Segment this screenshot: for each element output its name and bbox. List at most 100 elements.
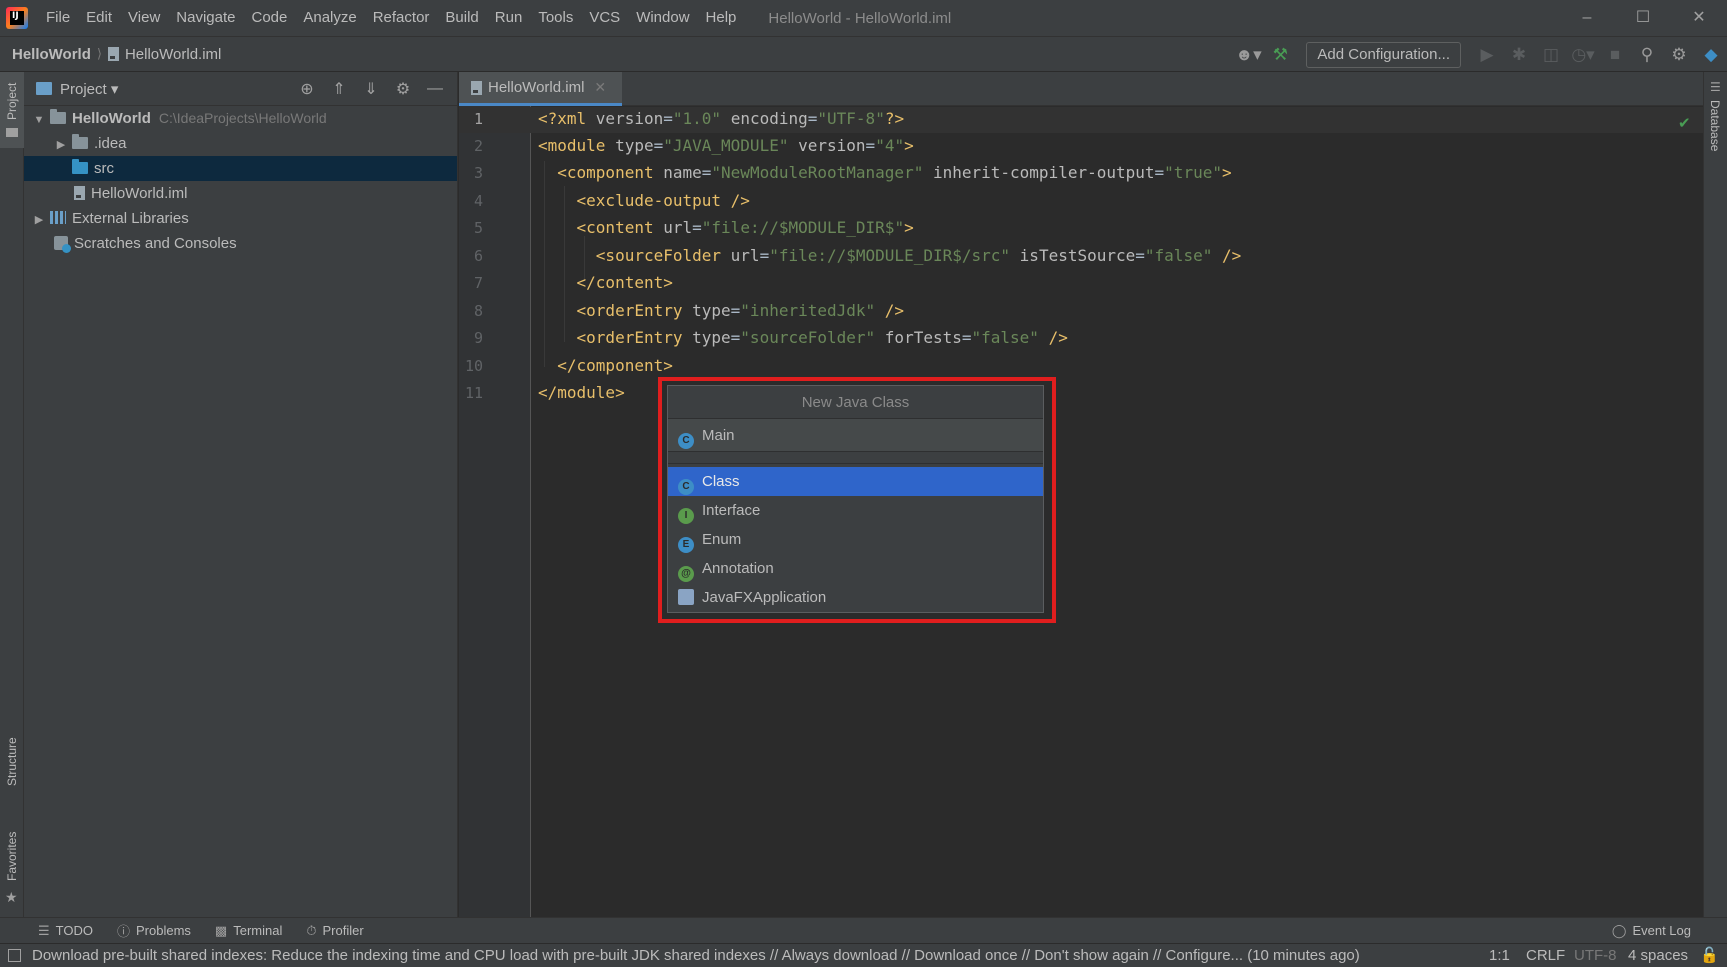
debug-icon[interactable]: ✱ [1503, 37, 1535, 73]
kind-option-class[interactable]: C Class [668, 467, 1043, 496]
tree-item-label: HelloWorld [72, 110, 151, 127]
lock-icon[interactable]: 🔓 [1700, 944, 1719, 967]
popup-divider [668, 453, 1043, 464]
add-configuration-button[interactable]: Add Configuration... [1306, 42, 1461, 68]
annotation-icon: @ [678, 566, 694, 582]
profiler-tool-button[interactable]: ⏱ Profiler [306, 923, 363, 939]
menu-build[interactable]: Build [437, 0, 486, 36]
menu-help[interactable]: Help [698, 0, 745, 36]
class-name-input[interactable]: C Main [668, 419, 1043, 452]
tree-item-src[interactable]: src [24, 156, 457, 181]
favorites-stripe-button[interactable]: Favorites ★ [0, 817, 24, 907]
chevron-right-icon[interactable]: ▶ [54, 133, 68, 158]
status-message[interactable]: Download pre-built shared indexes: Reduc… [32, 947, 1432, 964]
user-icon[interactable]: ☻▾ [1232, 37, 1264, 73]
database-icon: ☰ [1710, 80, 1721, 94]
structure-stripe-button[interactable]: Structure [0, 722, 24, 812]
line-number: 7 [473, 274, 483, 292]
menu-navigate[interactable]: Navigate [168, 0, 243, 36]
project-stripe-button[interactable]: Project [0, 72, 24, 148]
coverage-icon[interactable]: ◫ [1535, 37, 1567, 73]
collapse-all-icon[interactable]: ⇓ [355, 79, 387, 99]
problems-tool-button[interactable]: ⓘ Problems [117, 921, 191, 940]
menu-refactor[interactable]: Refactor [365, 0, 438, 36]
todo-tool-button[interactable]: ☰ TODO [38, 923, 93, 939]
caret-position[interactable]: 1:1 [1489, 944, 1510, 967]
status-bar: Download pre-built shared indexes: Reduc… [0, 943, 1727, 967]
line-number: 1 [473, 110, 483, 128]
tree-item-label: src [94, 160, 114, 177]
build-hammer-icon[interactable]: ⚒ [1264, 37, 1296, 73]
tree-item-path: C:\IdeaProjects\HelloWorld [158, 110, 327, 126]
search-icon[interactable]: ⚲ [1631, 37, 1663, 73]
profile-icon[interactable]: ◷▾ [1567, 37, 1599, 73]
kind-option-annotation[interactable]: @ Annotation [668, 554, 1043, 583]
line-number: 10 [464, 357, 483, 375]
gear-icon[interactable]: ⚙ [387, 79, 419, 99]
chevron-right-icon[interactable]: ▶ [32, 208, 46, 233]
breadcrumb-project[interactable]: HelloWorld [12, 46, 91, 63]
terminal-tool-button[interactable]: ▩ Terminal [215, 923, 282, 939]
breadcrumb-file[interactable]: HelloWorld.iml [107, 46, 221, 63]
locate-file-icon[interactable]: ⊕ [291, 79, 323, 99]
project-view-selector[interactable]: Project ▾ [60, 80, 118, 98]
tree-item-label: .idea [94, 135, 127, 152]
kind-option-interface[interactable]: I Interface [668, 496, 1043, 525]
stop-icon[interactable]: ■ [1599, 37, 1631, 73]
kind-option-enum[interactable]: E Enum [668, 525, 1043, 554]
database-stripe-button[interactable]: ☰ Database [1704, 72, 1727, 162]
minimize-icon[interactable]: – [1559, 0, 1615, 36]
project-stripe-label: Project [5, 82, 19, 120]
menu-file[interactable]: File [38, 0, 78, 36]
file-encoding[interactable]: UTF-8 [1574, 944, 1617, 967]
main-toolbar: ☻▾ ⚒ Add Configuration... ▶ ✱ ◫ ◷▾ ■ ⚲ ⚙… [1232, 37, 1727, 73]
tree-item-helloworld[interactable]: ▼ HelloWorld C:\IdeaProjects\HelloWorld [24, 106, 457, 131]
code-line-5: <content url="file://$MODULE_DIR$"> [576, 218, 914, 237]
run-icon[interactable]: ▶ [1471, 37, 1503, 73]
project-panel-tools: ⊕ ⇑ ⇓ ⚙ — [291, 72, 451, 106]
navigation-bar: HelloWorld ⟩ HelloWorld.iml ☻▾ ⚒ Add Con… [0, 36, 1727, 72]
kind-option-label: JavaFXApplication [702, 589, 827, 606]
tree-item-scratches[interactable]: Scratches and Consoles [24, 231, 457, 256]
kind-option-javafx[interactable]: JavaFXApplication [668, 583, 1043, 612]
maximize-icon[interactable]: ☐ [1615, 0, 1671, 36]
menu-window[interactable]: Window [628, 0, 697, 36]
project-tool-window: Project ▾ ⊕ ⇑ ⇓ ⚙ — ▼ HelloWorld C:\IdeaPr… [24, 72, 458, 917]
tab-helloworld-iml[interactable]: HelloWorld.iml ✕ [459, 72, 622, 106]
close-window-icon[interactable]: ✕ [1671, 0, 1727, 36]
code-line-8: <orderEntry type="inheritedJdk" /> [576, 301, 905, 320]
star-icon: ★ [5, 889, 18, 905]
gear-icon[interactable]: ⚙ [1663, 37, 1695, 73]
project-view-icon [36, 82, 52, 95]
line-number: 6 [473, 247, 483, 265]
tree-item-label: External Libraries [72, 210, 189, 227]
interface-icon: I [678, 508, 694, 524]
tree-item-helloworld-iml[interactable]: HelloWorld.iml [24, 181, 457, 206]
indent-setting[interactable]: 4 spaces [1628, 944, 1688, 967]
menu-tools[interactable]: Tools [530, 0, 581, 36]
menu-edit[interactable]: Edit [78, 0, 120, 36]
toggle-tool-windows-icon[interactable] [8, 949, 21, 962]
hide-panel-icon[interactable]: — [419, 80, 451, 98]
menu-run[interactable]: Run [487, 0, 531, 36]
info-icon: ⓘ [116, 924, 130, 939]
menu-vcs[interactable]: VCS [581, 0, 628, 36]
kind-option-label: Interface [702, 502, 761, 519]
code-line-2: <module type="JAVA_MODULE" version="4"> [538, 136, 914, 155]
event-log-button[interactable]: ◯ Event Log [1612, 918, 1691, 944]
close-tab-icon[interactable]: ✕ [594, 79, 606, 96]
menu-code[interactable]: Code [243, 0, 295, 36]
expand-all-icon[interactable]: ⇑ [323, 79, 355, 99]
menu-view[interactable]: View [120, 0, 168, 36]
favorites-stripe-label: Favorites [5, 831, 19, 881]
jetbrains-toolbox-icon[interactable]: ◆ [1695, 37, 1727, 73]
code-line-4: <exclude-output /> [576, 191, 750, 210]
inspection-ok-icon[interactable]: ✔ [1678, 114, 1691, 132]
chevron-down-icon[interactable]: ▼ [32, 108, 46, 133]
tree-item-idea[interactable]: ▶ .idea [24, 131, 457, 156]
line-separator[interactable]: CRLF [1526, 944, 1565, 967]
editor-tab-bar: HelloWorld.iml ✕ [459, 72, 1703, 106]
tree-item-external-libraries[interactable]: ▶ External Libraries [24, 206, 457, 231]
tree-item-label: HelloWorld.iml [91, 185, 188, 202]
menu-analyze[interactable]: Analyze [295, 0, 364, 36]
